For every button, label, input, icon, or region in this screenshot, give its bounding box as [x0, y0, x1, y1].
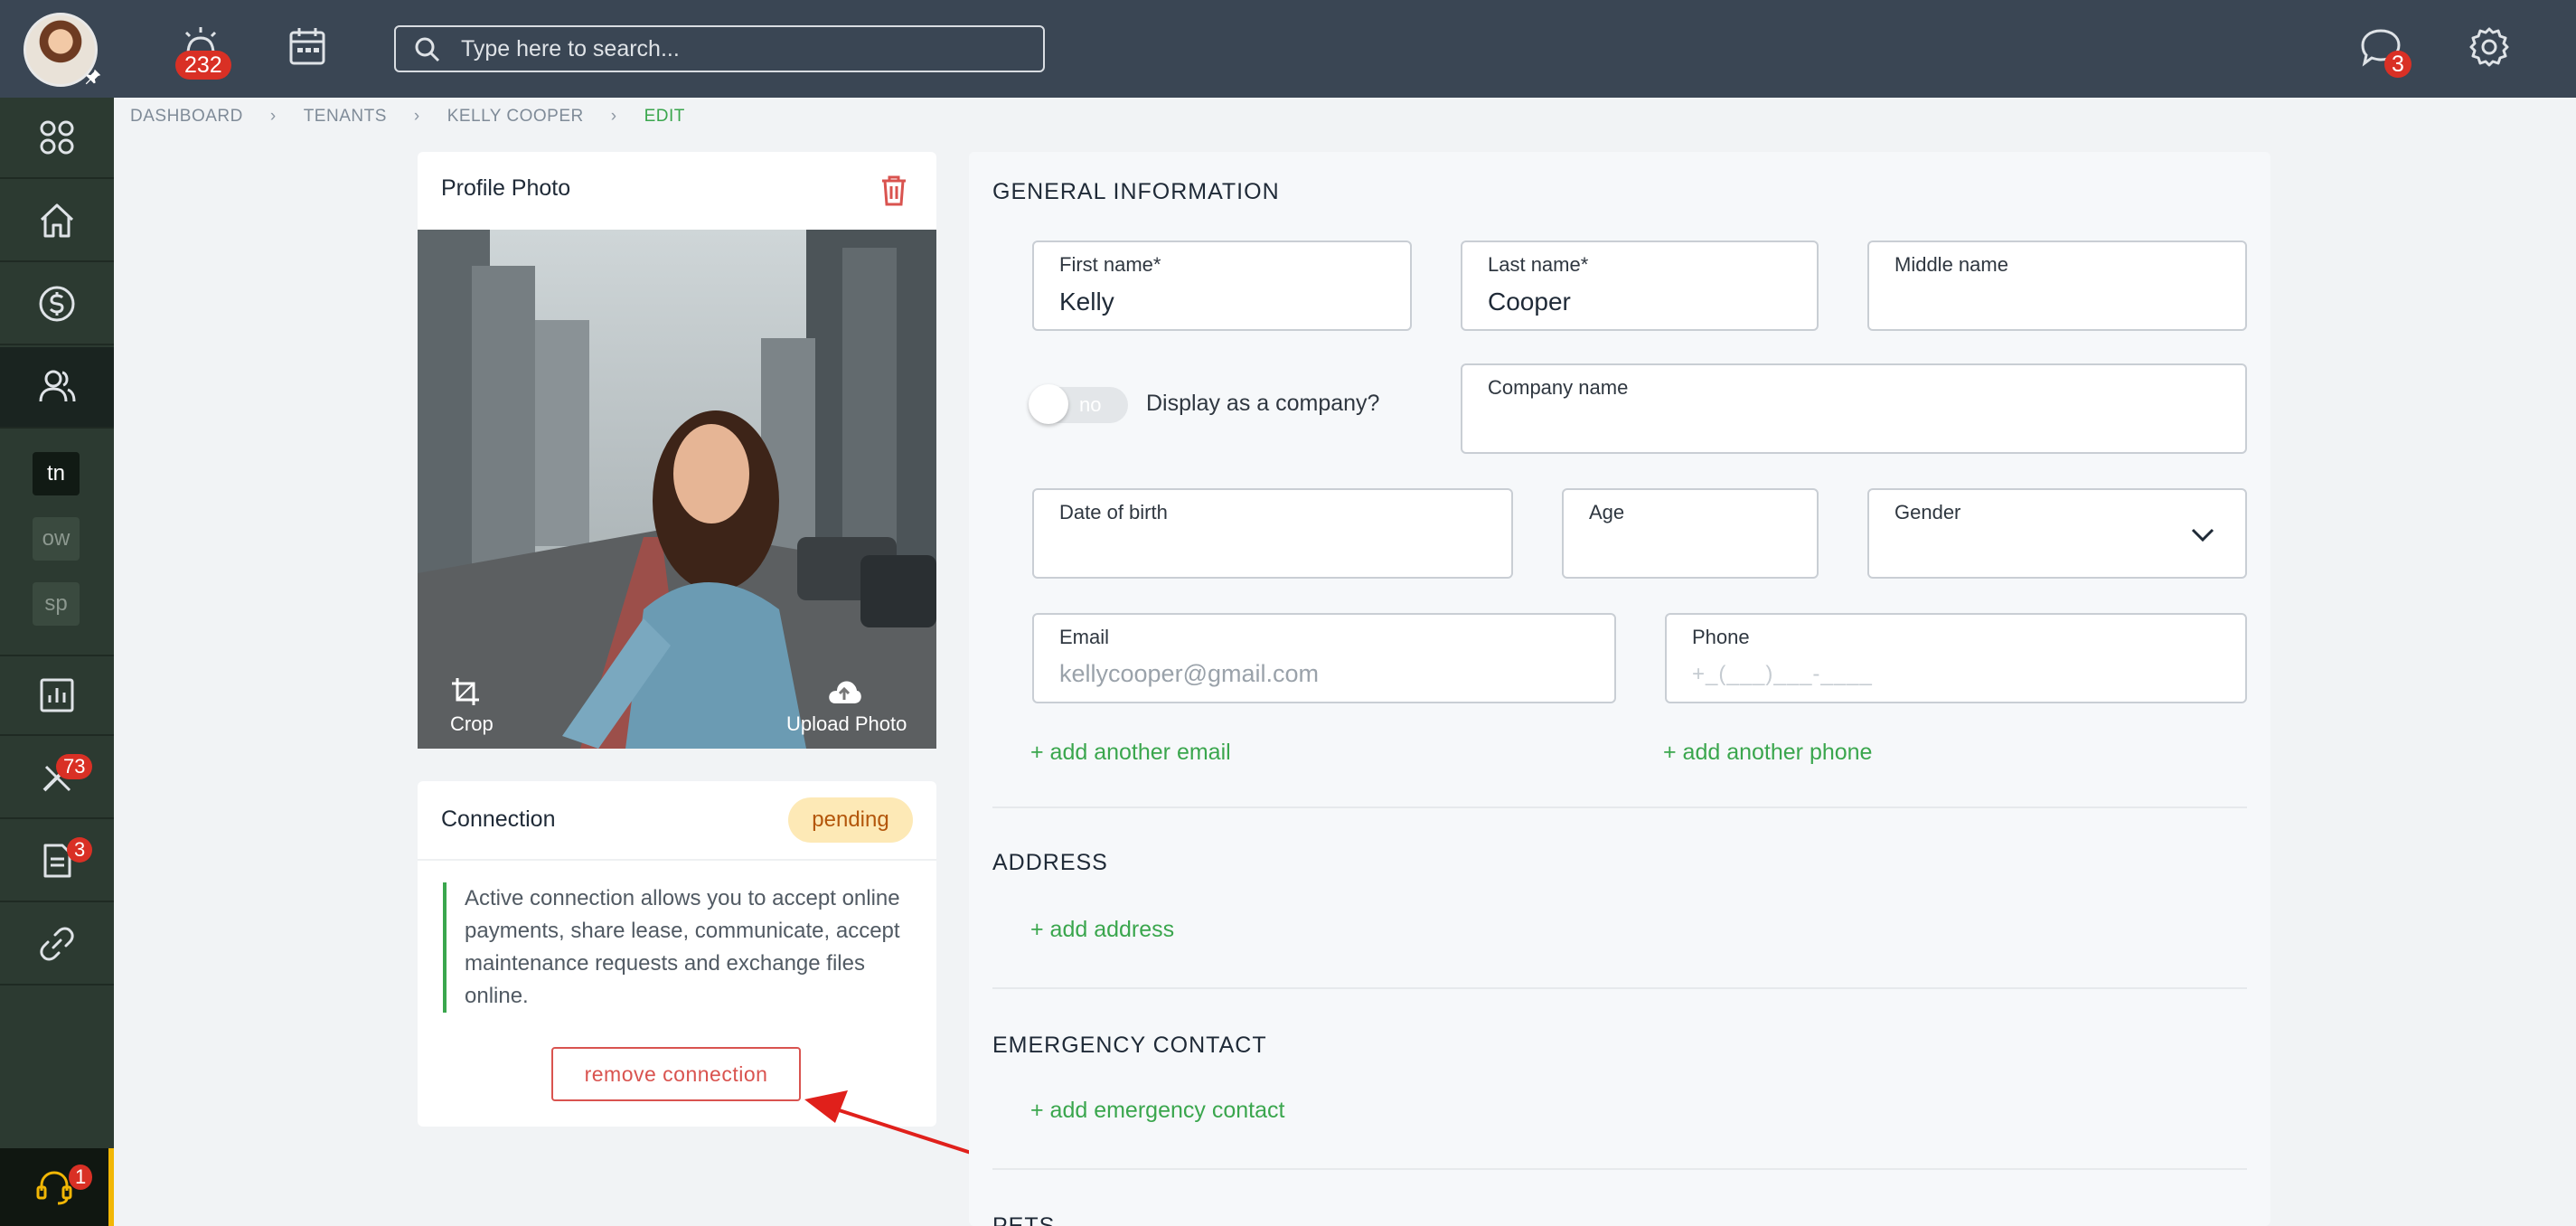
- first-name-field[interactable]: First name* Kelly: [1032, 240, 1412, 331]
- breadcrumb-tenant-name[interactable]: KELLY COOPER: [447, 107, 584, 127]
- upload-cloud-icon[interactable]: [826, 676, 862, 707]
- sidebar-item-service-pros[interactable]: sp: [33, 582, 80, 626]
- notifications-count-badge: 232: [175, 51, 231, 80]
- last-name-label: Last name*: [1488, 253, 1589, 276]
- sidebar-item-home[interactable]: [0, 181, 114, 262]
- section-divider: [992, 1168, 2247, 1170]
- chevron-down-icon: [2191, 528, 2214, 542]
- middle-name-field[interactable]: Middle name: [1867, 240, 2247, 331]
- documents-count-badge: 3: [67, 837, 93, 863]
- crop-label[interactable]: Crop: [450, 712, 494, 736]
- annotation-arrow: [804, 1090, 992, 1161]
- pin-icon: [85, 69, 101, 85]
- address-title: ADDRESS: [992, 850, 1108, 875]
- search-box[interactable]: [394, 25, 1045, 72]
- sidebar-item-links[interactable]: [0, 904, 114, 986]
- connection-description: Active connection allows you to accept o…: [443, 882, 913, 1013]
- phone-label: Phone: [1692, 626, 1750, 648]
- connection-card: Connection pending Active connection all…: [418, 781, 936, 1127]
- date-of-birth-label: Date of birth: [1059, 501, 1168, 523]
- phone-field[interactable]: Phone +_(___)___-____: [1665, 613, 2247, 703]
- breadcrumb-tenants[interactable]: TENANTS: [304, 107, 387, 127]
- profile-photo-title: Profile Photo: [441, 175, 571, 201]
- add-address-link[interactable]: + add address: [1030, 917, 1174, 943]
- age-field[interactable]: Age: [1562, 488, 1819, 579]
- email-field[interactable]: Email kellycooper@gmail.com: [1032, 613, 1616, 703]
- first-name-label: First name*: [1059, 253, 1161, 276]
- chevron-right-icon: ›: [610, 107, 617, 126]
- section-divider: [992, 987, 2247, 989]
- sidebar-item-tenants[interactable]: tn: [33, 452, 80, 495]
- support-button[interactable]: [0, 1148, 114, 1226]
- search-icon: [415, 37, 440, 62]
- search-input[interactable]: [461, 27, 1021, 71]
- sidebar-item-owners[interactable]: ow: [33, 517, 80, 561]
- add-emergency-contact-link[interactable]: + add emergency contact: [1030, 1098, 1284, 1124]
- pets-title: PETS: [992, 1213, 1056, 1226]
- link-icon: [40, 927, 74, 961]
- breadcrumb-dashboard[interactable]: DASHBOARD: [130, 107, 243, 127]
- date-of-birth-field[interactable]: Date of birth: [1032, 488, 1513, 579]
- toggle-knob: [1029, 384, 1068, 424]
- gender-label: Gender: [1894, 501, 1961, 523]
- breadcrumb-current: EDIT: [644, 107, 685, 126]
- dollar-icon: [39, 286, 75, 322]
- chevron-right-icon: ›: [413, 107, 420, 126]
- last-name-value[interactable]: Cooper: [1488, 288, 1571, 316]
- sidebar-item-maintenance[interactable]: [0, 738, 114, 819]
- chat-count-badge: 3: [2384, 51, 2411, 78]
- display-as-company-toggle[interactable]: no: [1029, 384, 1128, 424]
- trash-icon[interactable]: [879, 174, 909, 208]
- sidebar-item-reports[interactable]: [0, 655, 114, 736]
- top-bar: 232 3: [0, 0, 2576, 98]
- connection-status-badge: pending: [788, 797, 913, 843]
- maintenance-count-badge: 73: [56, 754, 93, 779]
- profile-photo-card: Profile Photo Crop Upload Photo: [418, 152, 936, 749]
- connection-divider: [418, 859, 936, 861]
- connection-title: Connection: [441, 806, 556, 832]
- toggle-state-text: no: [1079, 393, 1102, 416]
- breadcrumb: DASHBOARD › TENANTS › KELLY COOPER › EDI…: [130, 107, 685, 127]
- apps-grid-icon: [40, 120, 74, 155]
- sidebar-item-apps[interactable]: [0, 98, 114, 179]
- add-another-email-link[interactable]: + add another email: [1030, 740, 1231, 766]
- profile-photo-image: Crop Upload Photo: [418, 230, 936, 749]
- section-divider: [992, 806, 2247, 808]
- home-icon: [40, 203, 74, 238]
- support-count-badge: 1: [69, 1165, 93, 1190]
- chevron-right-icon: ›: [269, 107, 277, 126]
- users-icon: [39, 370, 76, 402]
- age-label: Age: [1589, 501, 1625, 523]
- gender-select[interactable]: Gender: [1867, 488, 2247, 579]
- first-name-value[interactable]: Kelly: [1059, 288, 1114, 316]
- add-another-phone-link[interactable]: + add another phone: [1663, 740, 1872, 766]
- upload-photo-label[interactable]: Upload Photo: [786, 712, 907, 736]
- email-label: Email: [1059, 626, 1110, 648]
- calendar-icon[interactable]: [284, 24, 331, 71]
- middle-name-label: Middle name: [1894, 253, 2008, 276]
- sidebar: tn ow sp 73 3 1: [0, 98, 114, 1226]
- company-name-label: Company name: [1488, 376, 1629, 399]
- last-name-field[interactable]: Last name* Cooper: [1461, 240, 1819, 331]
- display-as-company-label: Display as a company?: [1146, 391, 1380, 416]
- company-name-field[interactable]: Company name: [1461, 363, 2247, 454]
- phone-placeholder[interactable]: +_(___)___-____: [1692, 662, 1873, 687]
- user-avatar[interactable]: [24, 13, 101, 87]
- emergency-contact-title: EMERGENCY CONTACT: [992, 1033, 1267, 1058]
- sidebar-item-documents[interactable]: [0, 821, 114, 902]
- remove-connection-button[interactable]: remove connection: [551, 1047, 801, 1101]
- email-placeholder[interactable]: kellycooper@gmail.com: [1059, 660, 1319, 688]
- gear-icon[interactable]: [2466, 24, 2513, 71]
- sidebar-item-contacts[interactable]: [0, 347, 114, 429]
- chart-icon: [40, 678, 74, 712]
- sidebar-item-payments[interactable]: [0, 264, 114, 345]
- general-info-title: GENERAL INFORMATION: [992, 179, 1280, 204]
- crop-icon[interactable]: [450, 676, 481, 707]
